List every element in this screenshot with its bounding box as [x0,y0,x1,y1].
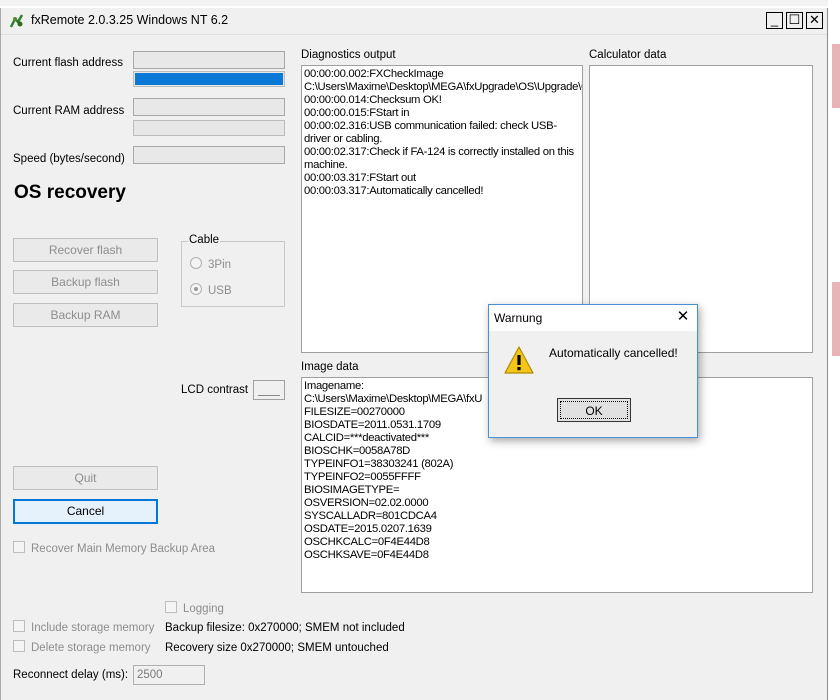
recover-main-memory-checkbox[interactable]: Recover Main Memory Backup Area [13,541,215,555]
quit-button[interactable]: Quit [13,466,158,490]
log-line: 00:00:00.014:Checksum OK! [304,94,442,106]
maximize-button[interactable]: ☐ [786,12,803,29]
logging-checkbox[interactable]: Logging [165,601,224,615]
diagnostics-label: Diagnostics output [301,49,396,61]
flash-progress-bar [133,71,285,87]
recovery-size-text: Recovery size 0x270000; SMEM untouched [165,642,389,654]
image-data-line: OSVERSION=02.02.0000 [304,497,429,509]
radio-3pin[interactable]: 3Pin [190,257,231,271]
backup-flash-button[interactable]: Backup flash [13,270,158,294]
checkbox-box [165,601,177,613]
cancel-button[interactable]: Cancel [13,499,158,524]
dialog-close-button[interactable]: ✕ [675,309,691,325]
log-line: 00:00:00.002:FXCheckImage C:\Users\Maxim… [304,68,582,93]
flash-address-label: Current flash address [13,57,123,69]
image-data-line: OSCHKCALC=0F4E44D8 [304,536,430,548]
speed-field [133,146,285,164]
image-data-line: BIOSIMAGETYPE= [304,484,400,496]
log-line: 00:00:02.317:Check if FA-124 is correctl… [304,146,574,171]
dialog-title-bar[interactable]: Warnung ✕ [489,305,697,331]
delete-storage-checkbox[interactable]: Delete storage memory [13,640,151,654]
ram-address-label: Current RAM address [13,105,125,117]
backup-filesize-text: Backup filesize: 0x270000; SMEM not incl… [165,622,405,634]
background-window-strip [0,0,840,6]
cable-legend: Cable [188,234,221,246]
log-line: 00:00:03.317:Automatically cancelled! [304,185,484,197]
dialog-message: Automatically cancelled! [549,346,678,360]
ram-progress-bar [133,120,285,136]
cable-group: Cable 3Pin USB [181,234,285,307]
image-data-line: TYPEINFO2=0055FFFF [304,471,421,483]
lcd-contrast-field[interactable] [253,380,285,400]
lcd-contrast-label: LCD contrast [181,384,249,396]
logging-label: Logging [183,603,224,615]
minimize-button[interactable]: _ [766,12,783,29]
log-line: 00:00:02.316:USB communication failed: c… [304,120,557,145]
flash-progress-fill [135,73,283,85]
image-data-line: OSDATE=2015.0207.1639 [304,523,432,535]
include-storage-checkbox[interactable]: Include storage memory [13,620,154,634]
ram-address-field [133,98,285,116]
flash-address-field [133,51,285,69]
checkbox-box [13,640,25,652]
page-title: OS recovery [14,182,126,203]
radio-usb-label: USB [208,285,232,297]
image-data-line: SYSCALLADR=801CDCA4 [304,510,437,522]
calculator-data-label: Calculator data [589,49,667,61]
main-window: fxRemote 2.0.3.25 Windows NT 6.2 _ ☐ ✕ C… [0,8,828,700]
radio-usb-circle [190,283,202,295]
recover-main-memory-label: Recover Main Memory Backup Area [31,543,216,555]
image-data-line: TYPEINFO1=38303241 (802A) [304,458,454,470]
background-marker [832,44,840,108]
ok-button[interactable]: OK [557,398,631,422]
background-marker [832,282,840,356]
warning-icon [504,346,534,374]
title-bar[interactable]: fxRemote 2.0.3.25 Windows NT 6.2 _ ☐ ✕ [1,8,827,35]
radio-usb[interactable]: USB [190,283,232,297]
dialog-title: Warnung [494,311,543,325]
image-data-line: OSCHKSAVE=0F4E44D8 [304,549,429,561]
log-line: 00:00:03.317:FStart out [304,172,416,184]
delete-storage-label: Delete storage memory [31,642,151,654]
include-storage-label: Include storage memory [31,622,155,634]
close-button[interactable]: ✕ [806,12,823,29]
speed-label: Speed (bytes/second) [13,153,125,165]
recover-flash-button[interactable]: Recover flash [13,238,158,262]
ok-button-label: OK [560,401,628,419]
image-data-label: Image data [301,361,359,373]
window-title: fxRemote 2.0.3.25 Windows NT 6.2 [31,13,229,27]
reconnect-delay-field[interactable]: 2500 [133,665,205,685]
backup-ram-button[interactable]: Backup RAM [13,303,158,327]
radio-3pin-circle [190,257,202,269]
checkbox-box [13,541,25,553]
checkbox-box [13,620,25,632]
image-data-line: BIOSCHK=0058A78D [304,445,411,457]
radio-3pin-label: 3Pin [208,259,232,271]
log-line: 00:00:00.015:FStart in [304,107,410,119]
app-icon [9,14,24,28]
reconnect-delay-label: Reconnect delay (ms): [13,669,129,681]
warning-dialog: Warnung ✕ Automatically cancelled! OK [488,304,698,438]
